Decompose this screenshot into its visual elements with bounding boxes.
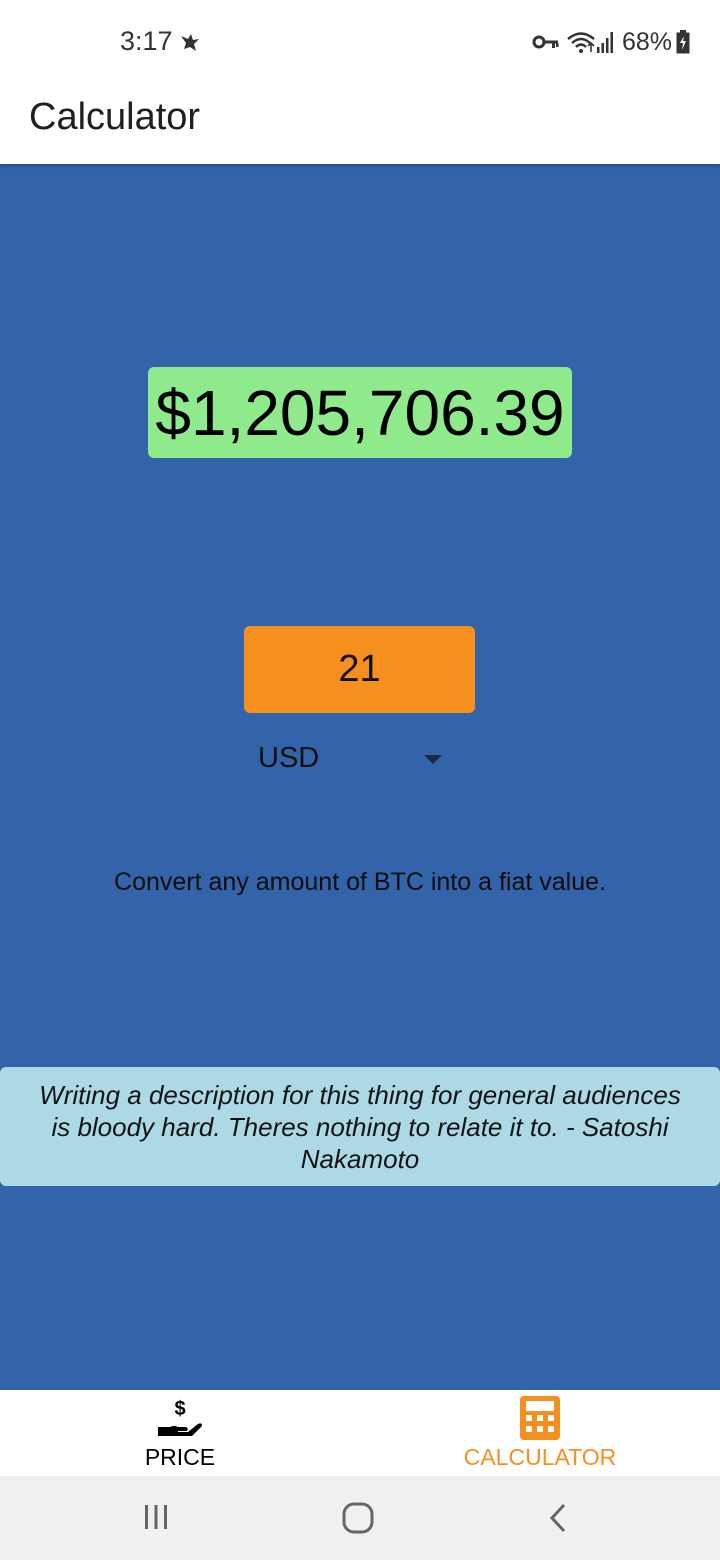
bottom-navigation: $ PRICE CALCULATOR — [0, 1390, 720, 1476]
page-title: Calculator — [29, 96, 201, 138]
nav-tab-price[interactable]: $ PRICE — [0, 1390, 360, 1476]
btc-amount-value[interactable]: 21 — [338, 648, 380, 691]
vpn-key-icon — [532, 35, 559, 49]
calculator-content: $1,205,706.39 21 USD Convert any amount … — [0, 164, 720, 1390]
signal-icon — [596, 32, 613, 53]
svg-text:$: $ — [174, 1398, 185, 1420]
back-icon[interactable] — [548, 1502, 568, 1534]
status-icons: 68% — [532, 26, 690, 58]
currency-dropdown[interactable]: USD — [244, 734, 454, 784]
quote-text: Writing a description for this thing for… — [39, 1079, 681, 1174]
fiat-result-display: $1,205,706.39 — [148, 367, 572, 458]
nav-tab-calculator[interactable]: CALCULATOR — [360, 1390, 720, 1476]
calculator-icon — [520, 1396, 560, 1440]
currency-selected-value[interactable]: USD — [258, 742, 319, 775]
status-time: 3:17 — [120, 26, 173, 56]
app-bar: Calculator — [0, 84, 720, 164]
hand-dollar-icon: $ — [158, 1398, 202, 1436]
nav-tab-price-label: PRICE — [144, 1444, 216, 1470]
wifi-icon — [567, 32, 595, 53]
calculator-description: Convert any amount of BTC into a fiat va… — [114, 868, 606, 896]
notification-bird-icon — [181, 34, 199, 51]
fiat-result-value: $1,205,706.39 — [155, 376, 565, 449]
battery-percent: 68% — [621, 27, 672, 56]
battery-charging-icon — [676, 30, 690, 54]
nav-tab-calculator-label: CALCULATOR — [463, 1444, 617, 1470]
btc-amount-input[interactable]: 21 — [244, 626, 475, 713]
dropdown-caret-icon[interactable] — [423, 754, 443, 766]
system-nav-bar — [0, 1476, 720, 1560]
status-bar: 3:17 68% — [0, 0, 720, 84]
recents-icon[interactable] — [142, 1502, 170, 1532]
quote-banner: Writing a description for this thing for… — [0, 1067, 720, 1186]
home-icon[interactable] — [342, 1502, 374, 1534]
